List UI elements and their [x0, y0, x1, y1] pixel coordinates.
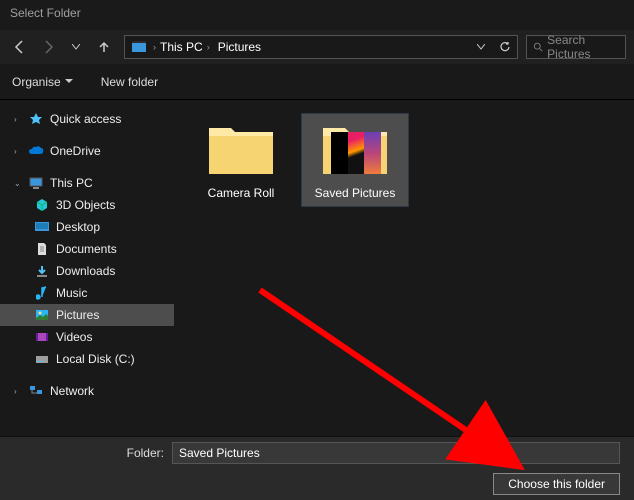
main-area: ›Quick access ›OneDrive ⌄This PC 3D Obje…	[0, 100, 634, 436]
sidebar-network[interactable]: ›Network	[0, 380, 174, 402]
sidebar-thispc[interactable]: ⌄This PC	[0, 172, 174, 194]
sidebar: ›Quick access ›OneDrive ⌄This PC 3D Obje…	[0, 100, 174, 436]
folder-field-label: Folder:	[14, 446, 164, 460]
location-icon	[129, 39, 149, 55]
choose-folder-button[interactable]: Choose this folder	[493, 473, 620, 495]
breadcrumb-thispc[interactable]: This PC›	[156, 36, 214, 58]
cloud-icon	[28, 143, 44, 159]
search-icon	[533, 41, 543, 53]
thumbnail	[331, 132, 381, 174]
videos-icon	[34, 329, 50, 345]
pc-icon	[28, 175, 44, 191]
sidebar-music[interactable]: Music	[0, 282, 174, 304]
star-icon	[28, 111, 44, 127]
folder-label: Saved Pictures	[315, 186, 396, 200]
sidebar-onedrive[interactable]: ›OneDrive	[0, 140, 174, 162]
back-button[interactable]	[8, 35, 32, 59]
folder-saved-pictures[interactable]: Saved Pictures	[302, 114, 408, 206]
sidebar-quick-access[interactable]: ›Quick access	[0, 108, 174, 130]
window-title: Select Folder	[0, 0, 634, 30]
disk-icon	[34, 351, 50, 367]
folder-content[interactable]: Camera Roll Saved Pictures	[174, 100, 634, 436]
folder-name-input[interactable]	[172, 442, 620, 464]
folder-camera-roll[interactable]: Camera Roll	[188, 114, 294, 206]
desktop-icon	[34, 219, 50, 235]
cube-icon	[34, 197, 50, 213]
sidebar-videos[interactable]: Videos	[0, 326, 174, 348]
organise-button[interactable]: Organise	[12, 75, 73, 89]
new-folder-button[interactable]: New folder	[101, 75, 158, 89]
nav-bar: › This PC› Pictures Search Pictures	[0, 30, 634, 64]
pictures-icon	[34, 307, 50, 323]
sidebar-3dobjects[interactable]: 3D Objects	[0, 194, 174, 216]
refresh-button[interactable]	[493, 35, 517, 59]
download-icon	[34, 263, 50, 279]
music-icon	[34, 285, 50, 301]
dialog-footer: Folder: Choose this folder	[0, 436, 634, 500]
folder-label: Camera Roll	[208, 186, 275, 200]
toolbar: Organise New folder	[0, 64, 634, 100]
breadcrumb-pictures[interactable]: Pictures	[214, 36, 265, 58]
sidebar-desktop[interactable]: Desktop	[0, 216, 174, 238]
sidebar-localdisk[interactable]: Local Disk (C:)	[0, 348, 174, 370]
address-bar[interactable]: › This PC› Pictures	[124, 35, 518, 59]
sidebar-pictures[interactable]: Pictures	[0, 304, 174, 326]
folder-icon	[205, 118, 277, 180]
sidebar-documents[interactable]: Documents	[0, 238, 174, 260]
address-dropdown[interactable]	[469, 35, 493, 59]
sidebar-downloads[interactable]: Downloads	[0, 260, 174, 282]
folder-icon	[319, 118, 391, 180]
network-icon	[28, 383, 44, 399]
recent-dropdown[interactable]	[64, 35, 88, 59]
search-input[interactable]: Search Pictures	[526, 35, 626, 59]
forward-button[interactable]	[36, 35, 60, 59]
up-button[interactable]	[92, 35, 116, 59]
document-icon	[34, 241, 50, 257]
